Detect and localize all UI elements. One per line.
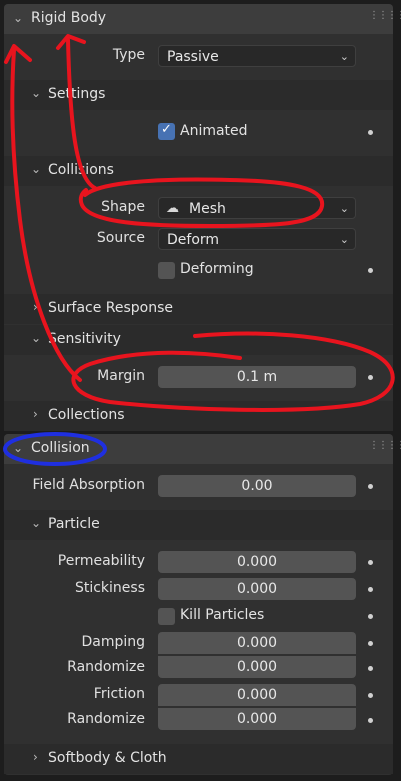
- animated-checkbox[interactable]: ✓: [158, 122, 175, 140]
- chevron-down-icon[interactable]: ⌄: [13, 11, 23, 25]
- deforming-checkbox[interactable]: [158, 262, 175, 279]
- field-absorption-label: Field Absorption: [32, 477, 145, 493]
- drag-grip-icon[interactable]: ⋮⋮⋮⋮: [369, 440, 401, 451]
- animated-label: Animated: [180, 123, 248, 139]
- type-label: Type: [112, 47, 145, 63]
- friction-label: Friction: [93, 686, 145, 702]
- friction-randomize-field[interactable]: 0.000: [158, 708, 356, 730]
- rigid-body-title: Rigid Body: [31, 10, 107, 26]
- chevron-down-icon: ⌄: [339, 233, 349, 246]
- chevron-down-icon: ⌄: [339, 202, 349, 215]
- collision-title: Collision: [31, 440, 90, 456]
- animate-property-dot[interactable]: [368, 718, 373, 723]
- animate-property-dot[interactable]: [368, 587, 373, 592]
- source-label: Source: [96, 230, 145, 246]
- animate-property-dot[interactable]: [368, 560, 373, 565]
- shape-value: Mesh: [189, 201, 226, 217]
- permeability-field[interactable]: 0.000: [158, 551, 356, 573]
- animate-property-dot[interactable]: [368, 693, 373, 698]
- animate-property-dot[interactable]: [368, 268, 373, 273]
- type-dropdown[interactable]: Passive ⌄: [158, 45, 356, 67]
- animate-property-dot[interactable]: [368, 130, 373, 135]
- damping-field[interactable]: 0.000: [158, 632, 356, 654]
- type-value: Passive: [167, 49, 219, 65]
- mesh-icon: ☁: [166, 201, 179, 216]
- settings-title: Settings: [48, 86, 106, 102]
- chevron-down-icon[interactable]: ⌄: [31, 516, 41, 530]
- sensitivity-title: Sensitivity: [48, 331, 121, 347]
- chevron-right-icon[interactable]: ›: [33, 750, 38, 764]
- chevron-down-icon: ⌄: [339, 50, 349, 63]
- permeability-label: Permeability: [57, 553, 145, 569]
- surface-response-title: Surface Response: [48, 300, 174, 316]
- shape-dropdown[interactable]: ☁ Mesh ⌄: [158, 197, 356, 219]
- chevron-down-icon[interactable]: ⌄: [31, 331, 41, 345]
- kill-particles-label: Kill Particles: [180, 607, 265, 623]
- kill-particles-checkbox[interactable]: [158, 608, 175, 625]
- collections-title: Collections: [48, 407, 125, 423]
- chevron-down-icon[interactable]: ⌄: [31, 86, 41, 100]
- animate-property-dot[interactable]: [368, 484, 373, 489]
- shape-label: Shape: [101, 199, 145, 215]
- friction-field[interactable]: 0.000: [158, 684, 356, 706]
- animate-property-dot[interactable]: [368, 666, 373, 671]
- chevron-down-icon[interactable]: ⌄: [31, 162, 41, 176]
- source-value: Deform: [167, 232, 220, 248]
- stickiness-field[interactable]: 0.000: [158, 578, 356, 600]
- damping-randomize-field[interactable]: 0.000: [158, 656, 356, 678]
- damping-randomize-label: Randomize: [67, 659, 145, 675]
- animate-property-dot[interactable]: [368, 375, 373, 380]
- field-absorption-field[interactable]: 0.00: [158, 475, 356, 497]
- margin-label: Margin: [97, 368, 145, 384]
- friction-randomize-label: Randomize: [67, 711, 145, 727]
- deforming-label: Deforming: [180, 261, 254, 277]
- source-dropdown[interactable]: Deform ⌄: [158, 228, 356, 250]
- stickiness-label: Stickiness: [74, 580, 145, 596]
- drag-grip-icon[interactable]: ⋮⋮⋮⋮: [369, 10, 401, 21]
- chevron-down-icon[interactable]: ⌄: [13, 441, 23, 455]
- chevron-right-icon[interactable]: ›: [33, 407, 38, 421]
- animate-property-dot[interactable]: [368, 641, 373, 646]
- particle-title: Particle: [48, 516, 100, 532]
- animate-property-dot[interactable]: [368, 614, 373, 619]
- collisions-title: Collisions: [48, 162, 114, 178]
- margin-field[interactable]: 0.1 m: [158, 366, 356, 388]
- softbody-cloth-title: Softbody & Cloth: [48, 750, 167, 766]
- checkmark-icon: ✓: [161, 122, 172, 137]
- damping-label: Damping: [81, 634, 145, 650]
- chevron-right-icon[interactable]: ›: [33, 300, 38, 314]
